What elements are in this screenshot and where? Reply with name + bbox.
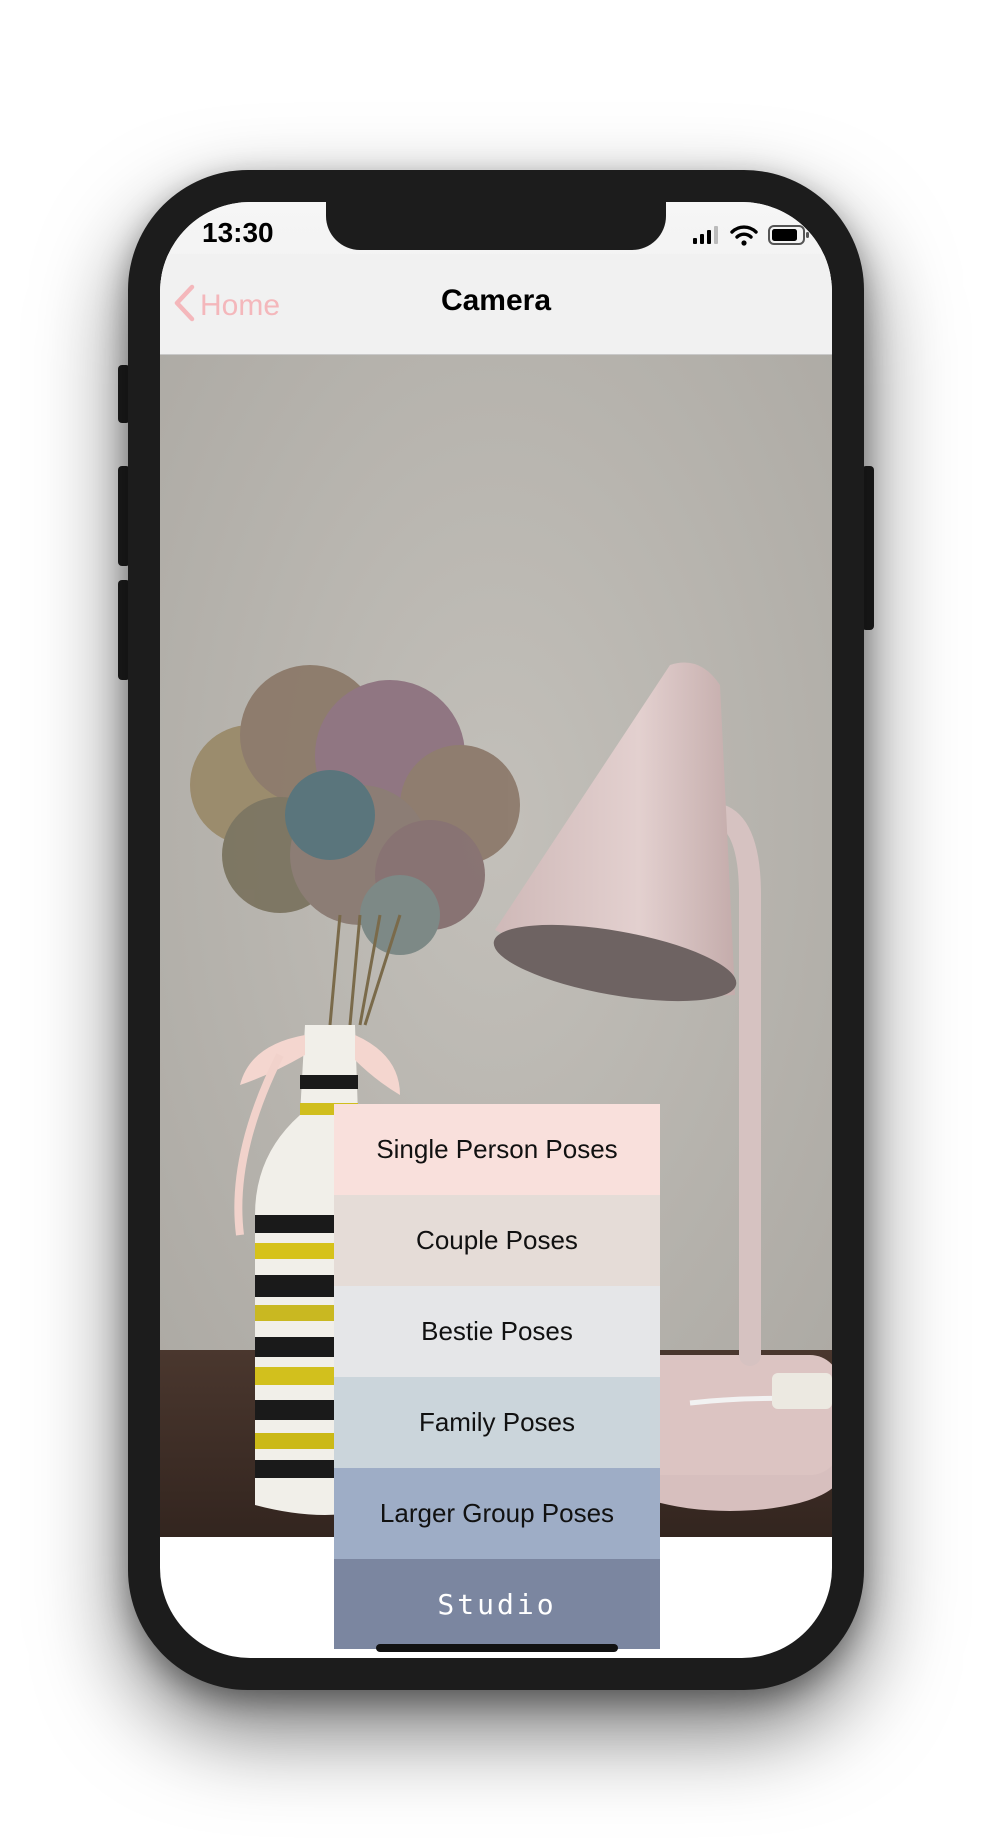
wifi-icon — [730, 224, 758, 251]
phone-screen: 13:30 Home Camera Single Person Poses Co… — [160, 202, 832, 1658]
home-indicator[interactable] — [376, 1644, 618, 1652]
status-icons — [692, 224, 810, 251]
studio-button[interactable]: Studio — [334, 1559, 660, 1649]
pose-category-menu: Single Person Poses Couple Poses Bestie … — [334, 1104, 660, 1649]
menu-item-couple-poses[interactable]: Couple Poses — [334, 1195, 660, 1286]
navigation-bar: Home Camera — [160, 254, 832, 355]
menu-item-bestie-poses[interactable]: Bestie Poses — [334, 1286, 660, 1377]
page-title: Camera — [440, 284, 552, 317]
device-mockup: 13:30 Home Camera Single Person Poses Co… — [0, 0, 992, 1840]
status-time: 13:30 — [202, 217, 274, 248]
notch — [326, 202, 666, 250]
menu-item-family-poses[interactable]: Family Poses — [334, 1377, 660, 1468]
signal-icon — [692, 225, 720, 250]
battery-icon — [768, 225, 810, 250]
menu-item-larger-group-poses[interactable]: Larger Group Poses — [334, 1468, 660, 1559]
menu-item-single-person-poses[interactable]: Single Person Poses — [334, 1104, 660, 1195]
